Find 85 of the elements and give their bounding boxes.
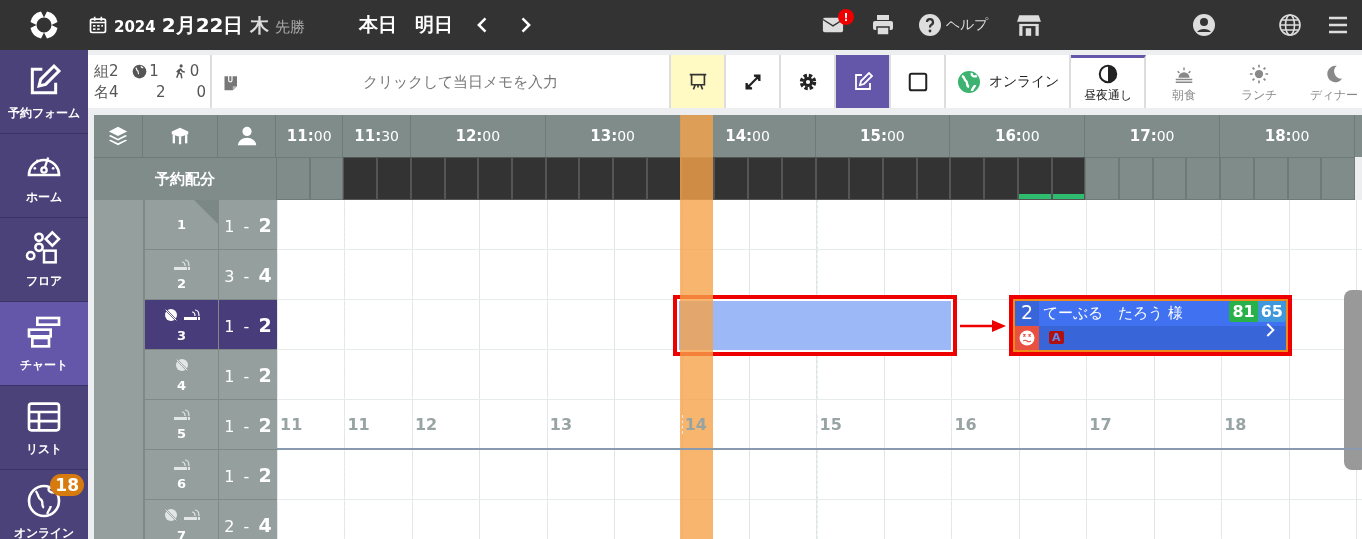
capacity-cell: 1 - 2 [219,400,277,450]
table-number-cell[interactable]: 3 [144,300,219,350]
capacity-cell: 1 - 2 [219,200,277,250]
capacity-cell: 2 - 4 [219,500,277,539]
table-number: 4 [176,377,186,393]
hour-mark: 13 [549,415,572,434]
globe-icon [1278,13,1302,37]
allocation-slot[interactable] [1051,157,1086,200]
sidebar-item[interactable]: リスト [0,386,88,470]
hour-mark: 14 [684,415,707,434]
today-button[interactable]: 本日 [352,12,403,38]
cigarette-icon [173,258,190,271]
count-badge: 18 [50,474,84,496]
group-cell [94,500,144,539]
hour-mark: 17 [1089,415,1112,434]
globe-icon [956,69,981,94]
party-size: 2 [1015,301,1040,326]
store-icon [1014,12,1044,38]
edit-button[interactable] [836,55,891,108]
date-text: 2月22日 [161,11,244,39]
hour-mark: 15 [819,415,842,434]
table-number: 1 [176,217,186,232]
alert-badge: ! [838,9,854,25]
arrow [960,319,1006,333]
capacity-cell: 1 - 2 [219,350,277,400]
allocation-slot[interactable] [1017,157,1052,200]
capacity-cell: 1 - 2 [219,300,277,350]
online-people-count: 2 [155,82,167,102]
sidebar-item[interactable]: チャート [0,302,88,386]
guest-name: てーぶる たろう 様 [1042,303,1184,323]
date-year: 2024 [114,17,156,36]
table-number: 3 [176,327,186,343]
rokuyo-text: 先勝 [274,17,305,37]
hour-mark: 12 [414,415,438,434]
capacity-cell: 3 - 4 [219,250,277,300]
score-badge: 81 [1229,301,1258,322]
score-badge: 65 [1257,301,1286,322]
cigarette-icon [173,408,190,421]
scrollbar[interactable] [1344,290,1362,470]
meal-tab[interactable]: 昼夜通し [1071,55,1146,108]
calendar-icon [88,15,108,35]
help-icon [918,13,942,37]
sun-icon [1247,62,1270,85]
tag-label: A [1049,331,1064,345]
crossed-globe-icon [163,506,179,523]
table-number: 5 [176,425,186,441]
table-number: 7 [176,527,186,539]
person-icon [235,125,258,147]
tomorrow-button[interactable]: 明日 [408,12,459,38]
memo-field[interactable]: クリックして当日メモを入力 [252,71,669,92]
hour-mark: 11 [347,415,370,434]
allocation-slot[interactable] [646,157,681,200]
dizzy-face-icon [1018,328,1036,347]
weekday-text: 木 [249,12,269,38]
capacity-cell: 1 - 2 [219,450,277,500]
table-number: 6 [176,475,186,491]
square-icon [906,70,929,93]
groups-count: 組2 [94,61,120,81]
walkin-groups-count: 0 [189,62,200,80]
reservation-bar[interactable]: 2 てーぶる たろう 様 81 65 A [1009,295,1292,356]
table-number: 2 [176,275,186,291]
crossed-globe-icon [173,356,190,373]
half-circle-icon [1096,62,1119,85]
online-groups-count: 1 [149,62,159,80]
table-top-icon [169,125,191,147]
sidebar-item[interactable]: ホーム [0,134,88,218]
sidebar-item[interactable]: オンライン 18 [0,470,88,539]
sidebar-item[interactable]: 予約フォーム [0,50,88,134]
cigarette-icon [184,308,200,321]
hour-mark: 18 [1224,415,1247,434]
hour-mark: 11 [280,415,303,434]
crossed-globe-icon [163,306,179,323]
present-button[interactable] [671,55,726,108]
hour-mark: 16 [954,415,977,434]
printer-icon [870,13,896,37]
walkin-people-count: 0 [195,82,207,102]
cigarette-icon [184,508,200,521]
user-circle-icon [1192,13,1216,37]
people-count: 名4 [94,82,120,102]
allocation-label: 予約配分 [94,157,276,200]
globe-icon [132,63,148,79]
group-cell [94,200,144,250]
cigarette-icon [173,458,190,471]
layers-icon [107,125,129,147]
help-button[interactable]: ヘルプ [914,9,992,41]
